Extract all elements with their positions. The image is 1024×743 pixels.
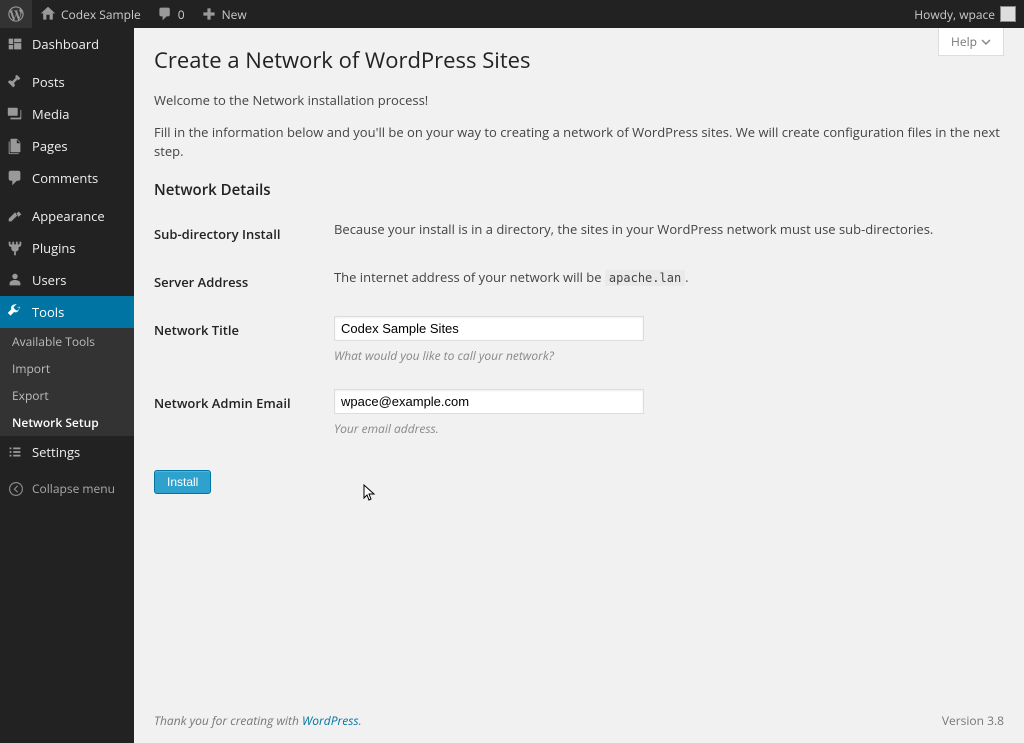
sidebar-item-settings[interactable]: Settings	[0, 436, 134, 468]
submenu-available-tools[interactable]: Available Tools	[0, 328, 134, 355]
sidebar-item-comments[interactable]: Comments	[0, 162, 134, 194]
site-name-menu[interactable]: Codex Sample	[32, 0, 149, 28]
site-name-label: Codex Sample	[61, 6, 141, 23]
new-label: New	[222, 6, 247, 23]
sidebar-item-plugins[interactable]: Plugins	[0, 232, 134, 264]
row-admin-email: Network Admin Email Your email address.	[154, 379, 1004, 452]
comments-icon	[6, 169, 24, 187]
media-icon	[6, 105, 24, 123]
sidebar-label: Users	[32, 271, 66, 289]
sidebar-label: Plugins	[32, 239, 76, 257]
admin-email-input[interactable]	[334, 389, 644, 414]
sidebar-label: Posts	[32, 73, 65, 91]
sidebar-item-posts[interactable]: Posts	[0, 66, 134, 98]
appearance-icon	[6, 207, 24, 225]
chevron-down-icon	[981, 37, 991, 47]
sidebar-item-media[interactable]: Media	[0, 98, 134, 130]
row-value: The internet address of your network wil…	[334, 258, 1004, 306]
sidebar-label: Appearance	[32, 207, 105, 225]
section-heading: Network Details	[154, 180, 1004, 200]
page-title: Create a Network of WordPress Sites	[154, 36, 1004, 79]
comments-menu[interactable]: 0	[149, 0, 193, 28]
comments-count: 0	[178, 6, 185, 23]
field-description: Your email address.	[334, 420, 994, 437]
users-icon	[6, 271, 24, 289]
server-code: apache.lan	[605, 270, 685, 286]
collapse-menu-button[interactable]: Collapse menu	[0, 468, 134, 509]
plus-icon	[201, 6, 217, 22]
new-content-menu[interactable]: New	[193, 0, 255, 28]
home-icon	[40, 6, 56, 22]
footer-version: Version 3.8	[942, 712, 1004, 729]
row-label: Network Title	[154, 306, 334, 379]
help-tab[interactable]: Help	[938, 28, 1004, 56]
my-account-menu[interactable]: Howdy, wpace	[906, 0, 1024, 28]
field-description: What would you like to call your network…	[334, 347, 994, 364]
sidebar-item-tools[interactable]: Tools	[0, 296, 134, 328]
sidebar-label: Pages	[32, 137, 68, 155]
tools-icon	[6, 303, 24, 321]
footer-thanks: Thank you for creating with WordPress.	[154, 712, 362, 729]
sidebar-item-users[interactable]: Users	[0, 264, 134, 296]
sidebar-label: Settings	[32, 443, 80, 461]
settings-icon	[6, 443, 24, 461]
sidebar-item-pages[interactable]: Pages	[0, 130, 134, 162]
avatar-icon	[1000, 6, 1016, 22]
collapse-icon	[8, 481, 24, 497]
row-value: Because your install is in a directory, …	[334, 210, 1004, 258]
collapse-label: Collapse menu	[32, 480, 115, 497]
network-title-input[interactable]	[334, 316, 644, 341]
sidebar-item-dashboard[interactable]: Dashboard	[0, 28, 134, 60]
wordpress-icon	[8, 6, 24, 22]
admin-toolbar: Codex Sample 0 New Howdy, wpace	[0, 0, 1024, 28]
row-label: Sub-directory Install	[154, 210, 334, 258]
sidebar-label: Dashboard	[32, 35, 99, 53]
sidebar-label: Tools	[32, 303, 64, 321]
submenu-network-setup[interactable]: Network Setup	[0, 409, 134, 436]
submenu-import[interactable]: Import	[0, 355, 134, 382]
intro-text-1: Welcome to the Network installation proc…	[154, 91, 1004, 111]
wp-logo-menu[interactable]	[0, 0, 32, 28]
pages-icon	[6, 137, 24, 155]
main-content: Help Create a Network of WordPress Sites…	[134, 28, 1024, 743]
comment-icon	[157, 6, 173, 22]
wordpress-link[interactable]: WordPress	[302, 712, 359, 729]
pin-icon	[6, 73, 24, 91]
tools-submenu: Available Tools Import Export Network Se…	[0, 328, 134, 436]
intro-text-2: Fill in the information below and you'll…	[154, 123, 1004, 162]
dashboard-icon	[6, 35, 24, 53]
sidebar-item-appearance[interactable]: Appearance	[0, 200, 134, 232]
row-label: Server Address	[154, 258, 334, 306]
row-network-title: Network Title What would you like to cal…	[154, 306, 1004, 379]
row-label: Network Admin Email	[154, 379, 334, 452]
howdy-text: Howdy, wpace	[914, 6, 995, 23]
submenu-export[interactable]: Export	[0, 382, 134, 409]
network-details-table: Sub-directory Install Because your insta…	[154, 210, 1004, 452]
plugins-icon	[6, 239, 24, 257]
row-subdirectory: Sub-directory Install Because your insta…	[154, 210, 1004, 258]
sidebar-label: Media	[32, 105, 69, 123]
row-server-address: Server Address The internet address of y…	[154, 258, 1004, 306]
install-button[interactable]: Install	[154, 470, 211, 494]
sidebar-label: Comments	[32, 169, 98, 187]
admin-footer: Thank you for creating with WordPress. V…	[154, 698, 1004, 743]
admin-sidebar: Dashboard Posts Media Pages Comments App…	[0, 28, 134, 743]
